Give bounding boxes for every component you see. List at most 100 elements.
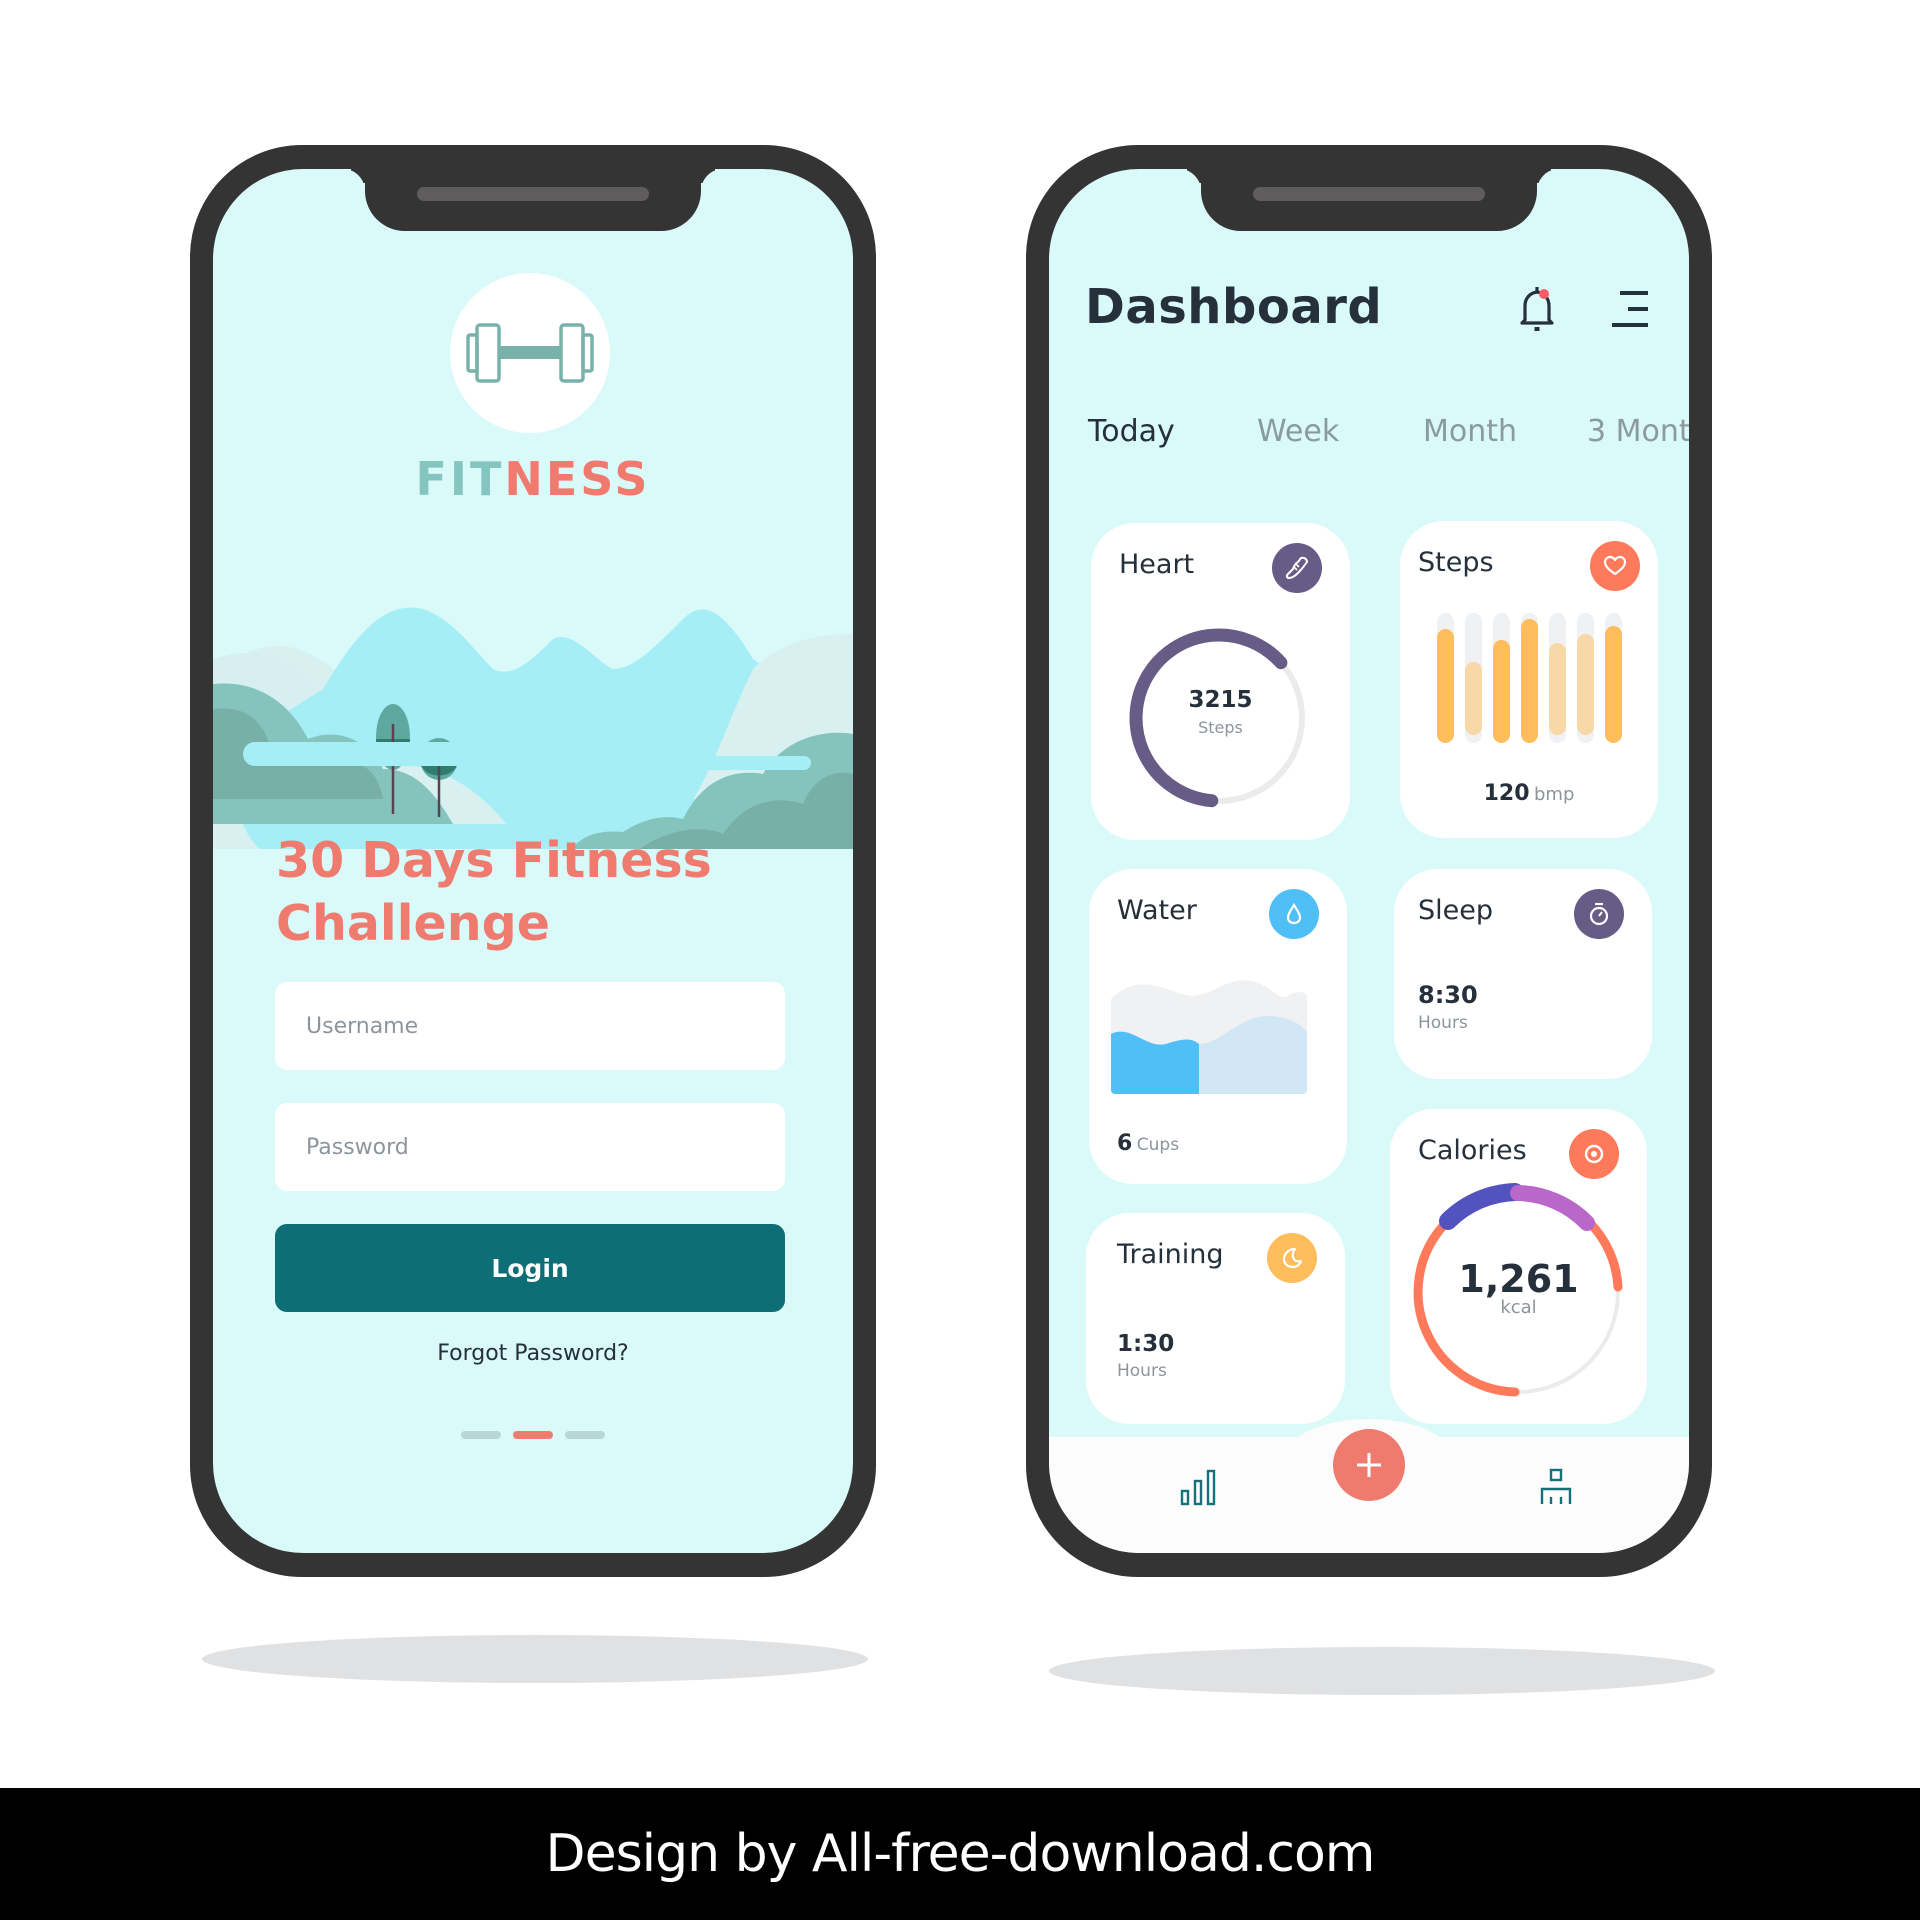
bottom-navigation	[1049, 1419, 1689, 1553]
challenge-headline: 30 Days Fitness Challenge	[276, 829, 796, 955]
water-stripe	[587, 784, 619, 798]
heart-card-badge	[1272, 543, 1322, 593]
calories-unit: kcal	[1500, 1297, 1537, 1318]
menu-icon	[1612, 291, 1648, 327]
card-title: Calories	[1418, 1135, 1527, 1166]
page-dot[interactable]	[461, 1431, 501, 1439]
username-input[interactable]: Username	[275, 982, 785, 1070]
water-unit: Cups	[1136, 1135, 1180, 1155]
steps-bar-track	[1437, 613, 1454, 743]
watermark-banner: Design by All-free-download.com	[0, 1788, 1920, 1920]
left-phone-shadow	[202, 1635, 868, 1683]
phone-notch	[365, 169, 701, 231]
password-placeholder: Password	[306, 1134, 409, 1160]
nav-stats-button[interactable]	[1179, 1467, 1219, 1507]
steps-value-block: 120 bmp	[1400, 781, 1658, 806]
steps-bar	[1605, 626, 1622, 743]
training-value-block: 1:30 Hours	[1117, 1331, 1174, 1381]
steps-bar	[1437, 629, 1454, 743]
steps-card[interactable]: Steps 120 bmp	[1400, 521, 1658, 838]
moon-icon	[1282, 1247, 1303, 1269]
heart-icon	[1603, 555, 1627, 576]
plus-icon	[1357, 1453, 1381, 1477]
heart-value: 3215	[1188, 687, 1253, 713]
dashboard-screen: Dashboard Today Week Month 3 Mont Heart …	[1049, 169, 1689, 1553]
steps-bar-track	[1549, 613, 1566, 743]
tab-week[interactable]: Week	[1257, 414, 1339, 449]
speaker	[1253, 187, 1485, 201]
password-input[interactable]: Password	[275, 1103, 785, 1191]
steps-bar-track	[1605, 613, 1622, 743]
card-title: Heart	[1119, 549, 1195, 580]
card-title: Sleep	[1418, 895, 1494, 926]
login-button[interactable]: Login	[275, 1224, 785, 1312]
stopwatch-icon	[1589, 902, 1609, 926]
right-phone-shadow	[1049, 1647, 1715, 1695]
add-button[interactable]	[1333, 1429, 1405, 1501]
calories-arc-purple	[1439, 1183, 1524, 1230]
sleep-value: 8:30	[1418, 981, 1478, 1009]
target-icon	[1584, 1144, 1604, 1164]
steps-card-badge	[1590, 541, 1640, 591]
sleep-card[interactable]: Sleep 8:30 Hours	[1394, 869, 1652, 1079]
water-area-chart	[1111, 980, 1307, 1094]
org-chart-icon	[1540, 1468, 1572, 1504]
calories-card-badge	[1569, 1129, 1619, 1179]
sleep-value-block: 8:30 Hours	[1418, 981, 1478, 1033]
calories-value: 1,261	[1458, 1257, 1579, 1301]
steps-bar-track	[1465, 613, 1482, 743]
sleep-card-badge	[1574, 889, 1624, 939]
page-dot-active[interactable]	[513, 1431, 553, 1439]
steps-unit: bmp	[1534, 784, 1575, 805]
steps-bar	[1577, 634, 1594, 735]
dashboard-phone: Dashboard Today Week Month 3 Mont Heart …	[1026, 145, 1712, 1577]
steps-bar	[1465, 662, 1482, 735]
username-placeholder: Username	[306, 1013, 419, 1039]
dumbbell-icon	[466, 323, 594, 383]
heart-card[interactable]: Heart 3215 Steps	[1091, 523, 1350, 840]
calories-card[interactable]: Calories 1,261 kcal	[1390, 1109, 1647, 1424]
steps-value: 120	[1483, 781, 1530, 806]
steps-bar-track	[1521, 613, 1538, 743]
steps-bar	[1493, 640, 1510, 743]
water-value-block: 6 Cups	[1117, 1131, 1179, 1156]
card-title: Steps	[1418, 547, 1494, 578]
app-logo	[450, 273, 610, 433]
menu-button[interactable]	[1606, 281, 1654, 337]
tab-3-months[interactable]: 3 Mont	[1587, 414, 1689, 449]
heart-unit: Steps	[1198, 718, 1243, 737]
card-title: Water	[1117, 895, 1197, 926]
training-card[interactable]: Training 1:30 Hours	[1086, 1213, 1345, 1424]
training-value: 1:30	[1117, 1331, 1175, 1357]
water-card-badge	[1269, 889, 1319, 939]
speaker	[417, 187, 649, 201]
training-unit: Hours	[1117, 1361, 1167, 1381]
phone-notch	[1201, 169, 1537, 231]
steps-bar	[1521, 619, 1538, 743]
calories-arc-violet	[1510, 1185, 1595, 1231]
page-indicator	[213, 1431, 853, 1439]
water-stripe	[243, 742, 479, 766]
steps-bar-track	[1493, 613, 1510, 743]
forgot-password-link[interactable]: Forgot Password?	[213, 1341, 853, 1366]
water-stripe	[493, 764, 617, 779]
notification-button[interactable]	[1513, 281, 1561, 337]
training-card-badge	[1267, 1233, 1317, 1283]
heart-value-block: 3215 Steps	[1091, 687, 1350, 737]
steps-bar-chart	[1437, 613, 1622, 743]
bar-chart-icon	[1180, 1469, 1216, 1506]
water-stripe	[687, 756, 811, 770]
page-title: Dashboard	[1085, 279, 1383, 335]
calories-value-block: 1,261 kcal	[1390, 1257, 1647, 1318]
tab-month[interactable]: Month	[1423, 414, 1517, 449]
page-dot[interactable]	[565, 1431, 605, 1439]
tab-today[interactable]: Today	[1088, 414, 1175, 449]
login-screen: FITNESS 30 Days Fitness Challenge Userna…	[213, 169, 853, 1553]
login-phone: FITNESS 30 Days Fitness Challenge Userna…	[190, 145, 876, 1577]
bell-icon	[1520, 287, 1554, 331]
nav-org-button[interactable]	[1537, 1467, 1577, 1507]
landscape-illustration	[213, 607, 853, 849]
water-drop-icon	[1286, 902, 1302, 925]
water-card[interactable]: Water 6 Cups	[1089, 869, 1347, 1184]
water-value: 6	[1117, 1131, 1133, 1156]
